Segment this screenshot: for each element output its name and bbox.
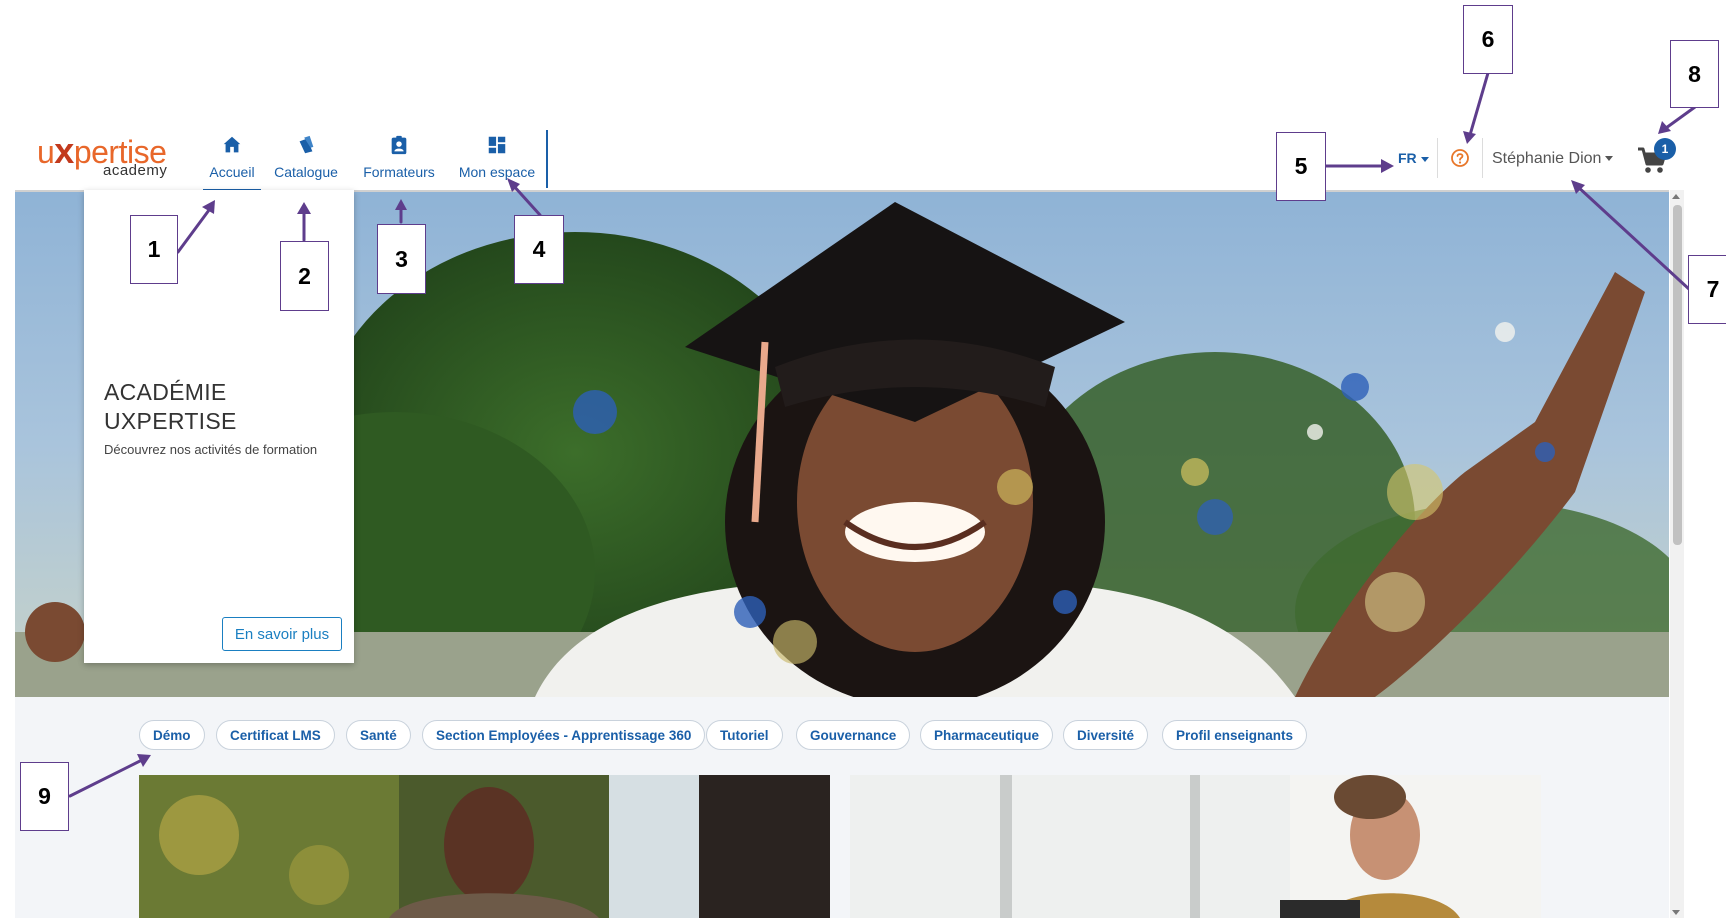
arrowhead [1463, 131, 1476, 144]
arrowhead [395, 199, 407, 210]
callout-1-arrow [176, 204, 214, 254]
callout-9: 9 [20, 762, 69, 831]
callout-1: 1 [130, 215, 178, 284]
arrowhead [1381, 159, 1394, 173]
callout-9-arrow [68, 758, 144, 798]
callout-3: 3 [377, 224, 426, 294]
callout-4-arrow [510, 182, 542, 217]
callout-7-arrow [1575, 184, 1692, 292]
callout-6-arrow [1468, 71, 1490, 137]
callout-8: 8 [1670, 40, 1719, 108]
callout-arrows [68, 71, 1697, 798]
callout-7: 7 [1688, 255, 1726, 324]
callout-4: 4 [514, 215, 564, 284]
callout-2: 2 [280, 241, 329, 311]
callout-5: 5 [1276, 132, 1326, 201]
callout-8-arrow [1664, 105, 1697, 130]
callout-6: 6 [1463, 5, 1513, 74]
arrowhead [297, 202, 311, 214]
